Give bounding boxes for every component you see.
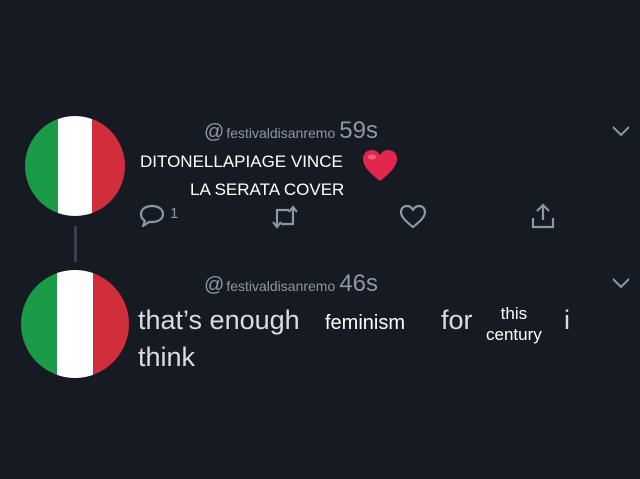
retweet-icon[interactable] xyxy=(270,204,300,230)
overlay-line: this xyxy=(500,304,528,323)
avatar[interactable] xyxy=(25,116,125,216)
overlay-line: century xyxy=(486,325,542,345)
tweet-meta: @ festivaldisanremo 59s xyxy=(204,117,378,145)
username[interactable]: festivaldisanremo xyxy=(226,278,335,294)
share-icon[interactable] xyxy=(529,202,557,230)
at-symbol: @ xyxy=(204,121,225,143)
overlay-word: this century xyxy=(486,303,542,346)
flag-red-stripe xyxy=(93,270,129,378)
reply-icon[interactable] xyxy=(138,204,166,230)
flag-green-stripe xyxy=(25,116,59,216)
thread-connector xyxy=(74,226,77,262)
avatar[interactable] xyxy=(21,270,129,378)
like-icon[interactable] xyxy=(399,204,427,230)
flag-green-stripe xyxy=(21,270,57,378)
tweet-meta: @ festivaldisanremo 46s xyxy=(204,270,378,298)
reply-count: 1 xyxy=(170,205,179,222)
username[interactable]: festivaldisanremo xyxy=(226,125,335,141)
tweet-text-part: that’s enough xyxy=(138,305,300,335)
tweet-text-line2: LA SERATA COVER xyxy=(190,180,345,199)
at-symbol: @ xyxy=(204,274,225,296)
flag-white-stripe xyxy=(58,116,92,216)
tweet-text-part: for xyxy=(441,305,473,335)
tweet-text-part: think xyxy=(138,342,196,372)
timestamp[interactable]: 59s xyxy=(339,117,378,145)
flag-red-stripe xyxy=(91,116,125,216)
tweet-text-line1: DITONELLAPIAGE VINCE xyxy=(140,152,343,171)
chevron-down-icon[interactable] xyxy=(611,276,631,290)
timestamp[interactable]: 46s xyxy=(339,270,378,298)
chevron-down-icon[interactable] xyxy=(611,124,631,138)
tweet-text-part: i xyxy=(564,305,570,335)
flag-white-stripe xyxy=(57,270,93,378)
red-heart-emoji-icon xyxy=(363,150,397,181)
overlay-word: feminism xyxy=(325,312,406,334)
